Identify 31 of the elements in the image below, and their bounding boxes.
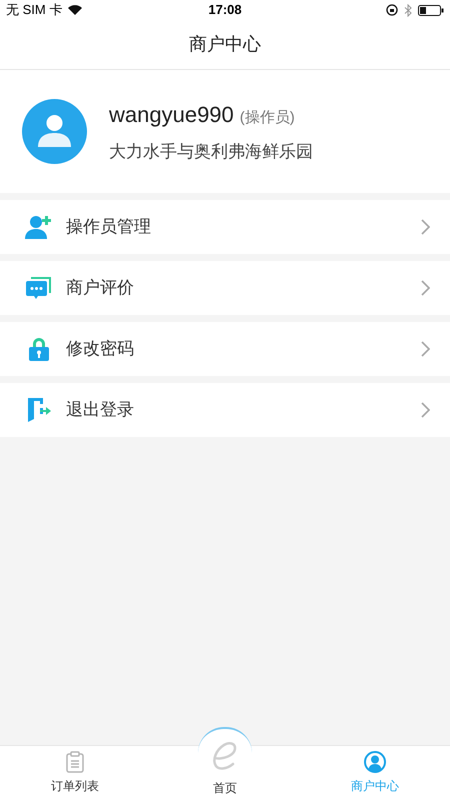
menu-label: 修改密码: [66, 338, 135, 360]
menu-label: 商户评价: [66, 277, 135, 300]
page-title: 商户中心: [189, 33, 261, 56]
menu-label: 退出登录: [66, 399, 135, 422]
battery-icon: [418, 4, 444, 16]
menu-row[interactable]: 操作员管理: [0, 200, 450, 254]
rotation-lock-icon: [386, 4, 398, 16]
bluetooth-icon: [404, 4, 412, 16]
user-circle-icon: [364, 751, 386, 773]
carrier-text: 无 SIM 卡: [6, 1, 62, 20]
clipboard-icon: [66, 751, 84, 773]
menu-row[interactable]: 修改密码: [0, 322, 450, 376]
menu-label: 操作员管理: [66, 216, 152, 238]
menu-row[interactable]: 退出登录: [0, 383, 450, 437]
wifi-icon: [68, 5, 82, 15]
clock-text: 17:08: [208, 1, 242, 20]
tab-item[interactable]: 订单列表: [0, 746, 150, 800]
user-add-icon: [25, 214, 53, 240]
menu-row[interactable]: 商户评价: [0, 261, 450, 315]
chevron-right-icon: [421, 341, 430, 357]
role-text: (操作员): [240, 108, 295, 128]
chevron-right-icon: [421, 280, 430, 296]
tab-item[interactable]: 首页: [150, 727, 300, 800]
padlock-icon: [28, 336, 50, 362]
username-text: wangyue990: [109, 101, 234, 130]
avatar-icon: [22, 99, 87, 164]
exit-door-icon: [26, 397, 52, 423]
chevron-right-icon: [421, 219, 430, 235]
chevron-right-icon: [421, 402, 430, 418]
store-name-text: 大力水手与奥利弗海鲜乐园: [109, 141, 313, 164]
chat-bubble-icon: [25, 275, 53, 301]
